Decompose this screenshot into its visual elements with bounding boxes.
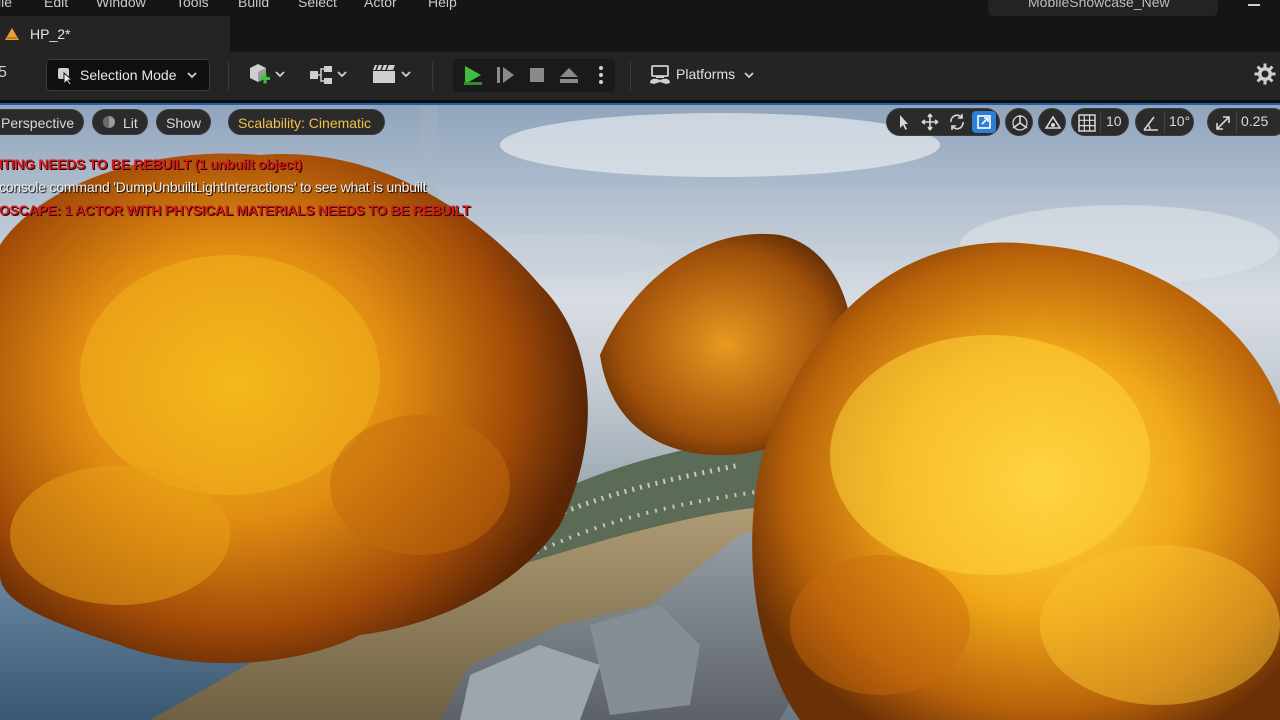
chevron-down-icon xyxy=(187,72,197,79)
level-warning-icon xyxy=(5,28,19,40)
lit-sphere-icon xyxy=(103,116,115,128)
add-actor-icon xyxy=(250,64,285,84)
selection-mode-dropdown[interactable]: Selection Mode xyxy=(46,59,210,91)
blueprint-button[interactable] xyxy=(306,60,352,90)
platforms-button[interactable]: Platforms xyxy=(646,60,766,90)
console-command-hint: console command 'DumpUnbuiltLightInterac… xyxy=(0,179,427,195)
play-controls xyxy=(453,59,615,92)
toolbar-divider xyxy=(432,62,433,90)
add-actor-button[interactable] xyxy=(244,60,290,90)
level-tab-label: HP_2* xyxy=(30,26,71,42)
menu-tools[interactable]: Tools xyxy=(176,0,209,10)
show-label: Show xyxy=(166,115,202,131)
project-name: MobileShowcase_New xyxy=(1028,0,1170,10)
eject-icon[interactable] xyxy=(557,63,581,87)
cursor-select-icon xyxy=(58,68,74,85)
menu-edit[interactable]: Edit xyxy=(44,0,68,10)
cinematics-button[interactable] xyxy=(370,60,416,90)
rotate-icon xyxy=(950,114,964,130)
menu-window[interactable]: Window xyxy=(96,0,146,10)
selection-mode-label: Selection Mode xyxy=(80,67,177,83)
rotation-snap-group[interactable]: 10° xyxy=(1135,108,1194,136)
show-button[interactable]: Show xyxy=(156,109,211,135)
grid-snap-value: 10 xyxy=(1106,113,1122,129)
tab-strip: HP_2* xyxy=(0,16,1280,52)
move-icon xyxy=(921,113,939,131)
menu-select[interactable]: Select xyxy=(298,0,337,10)
world-axes-icon[interactable] xyxy=(1009,112,1031,134)
platforms-label: Platforms xyxy=(676,66,736,82)
lit-button[interactable]: Lit xyxy=(92,109,148,135)
platforms-icon xyxy=(650,65,670,84)
scale-snap-value: 0.25 xyxy=(1241,113,1269,129)
coordinate-system-group xyxy=(1005,108,1033,136)
more-options-icon[interactable] xyxy=(591,63,611,87)
chevron-down-icon xyxy=(744,72,754,79)
viewport-scene xyxy=(0,105,1280,720)
lighting-rebuild-warning: ITING NEEDS TO BE REBUILT (1 unbuilt obj… xyxy=(0,156,302,172)
perspective-label: Perspective xyxy=(1,115,75,131)
grid-snap-group[interactable]: 10 xyxy=(1071,108,1129,136)
menu-build[interactable]: Build xyxy=(238,0,269,10)
angle-icon xyxy=(1143,116,1158,131)
grid-icon xyxy=(1078,114,1096,132)
scalability-button[interactable]: Scalability: Cinematic xyxy=(228,109,385,135)
translate-tool[interactable] xyxy=(918,111,942,133)
divider xyxy=(1164,111,1165,133)
main-toolbar: 5 Selection Mode Platforms xyxy=(0,52,1280,100)
toolbar-divider xyxy=(228,62,229,90)
scalability-label: Scalability: Cinematic xyxy=(238,115,372,131)
minimize-icon[interactable] xyxy=(1248,4,1260,6)
menu-help[interactable]: Help xyxy=(428,0,457,10)
scale-tool[interactable] xyxy=(972,111,996,133)
surface-snap-icon[interactable] xyxy=(1042,112,1064,134)
cinematics-icon xyxy=(373,64,411,83)
level-viewport[interactable]: Perspective Lit Show Scalability: Cinema… xyxy=(0,105,1280,720)
toolbar-left-glyph[interactable]: 5 xyxy=(0,64,7,82)
play-icon[interactable] xyxy=(459,63,487,87)
landscape-rebuild-warning: OSCAPE: 1 ACTOR WITH PHYSICAL MATERIALS … xyxy=(0,202,471,218)
toolbar-divider xyxy=(630,62,631,90)
select-tool[interactable] xyxy=(891,111,915,133)
settings-icon[interactable] xyxy=(1254,63,1276,85)
cursor-icon xyxy=(900,115,908,130)
transform-tools xyxy=(886,108,1000,136)
blueprint-icon xyxy=(310,66,347,84)
stop-icon[interactable] xyxy=(525,63,549,87)
advance-frame-icon[interactable] xyxy=(493,63,517,87)
scale-icon xyxy=(977,115,991,129)
surface-snap-group xyxy=(1038,108,1066,136)
tab-level[interactable]: HP_2* xyxy=(0,16,230,52)
rotation-snap-value: 10° xyxy=(1169,113,1191,129)
menu-actor[interactable]: Actor xyxy=(364,0,397,10)
scale-snap-group[interactable]: 0.25 xyxy=(1207,108,1280,136)
menu-file[interactable]: ile xyxy=(0,0,12,10)
scale-snap-icon xyxy=(1216,116,1230,130)
menu-bar: ile Edit Window Tools Build Select Actor… xyxy=(0,0,1280,16)
lit-label: Lit xyxy=(123,115,138,131)
rotate-tool[interactable] xyxy=(945,111,969,133)
perspective-button[interactable]: Perspective xyxy=(0,109,84,135)
divider xyxy=(1100,111,1101,133)
divider xyxy=(1236,111,1237,133)
